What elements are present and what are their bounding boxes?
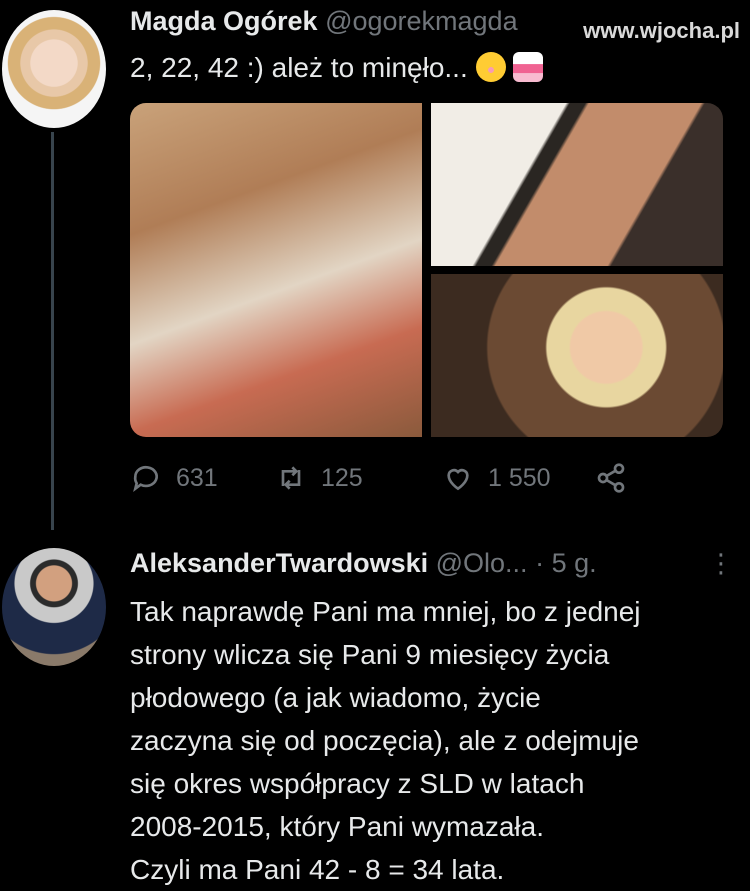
reply-line: się okres współpracy z SLD w latach <box>130 768 585 799</box>
reply-author-handle[interactable]: @Olo... <box>436 548 528 578</box>
reply-icon <box>133 465 158 492</box>
reply-time[interactable]: · 5 g. <box>535 548 597 578</box>
reply-line: 2008-2015, który Pani wymazała. <box>130 811 544 842</box>
reply-button[interactable]: 631 <box>130 462 218 494</box>
like-count: 1 550 <box>488 463 551 492</box>
author-handle[interactable]: @ogorekmagda <box>325 6 518 36</box>
watermark: www.wjocha.pl <box>583 18 740 43</box>
heart-icon <box>447 468 469 491</box>
photo-portrait[interactable] <box>431 274 723 437</box>
photo-magazine[interactable] <box>431 103 723 266</box>
avatar[interactable] <box>2 548 106 666</box>
reply-count: 631 <box>176 463 218 492</box>
reply-line: zaczyna się od poczęcia), ale z odejmuje <box>130 725 639 756</box>
author-name[interactable]: Magda Ogórek <box>130 6 318 36</box>
retweet-button[interactable]: 125 <box>275 462 363 494</box>
retweet-icon <box>281 466 301 490</box>
reply-author-name[interactable]: AleksanderTwardowski <box>130 548 428 578</box>
reply-line: Tak naprawdę Pani ma mniej, bo z jednej <box>130 596 641 627</box>
reply-line: płodowego (a jak wiadomo, życie <box>130 682 541 713</box>
photo-baby-birthday[interactable] <box>130 103 422 437</box>
reply-header: AleksanderTwardowski @Olo... · 5 g. ⋮ <box>130 548 740 579</box>
tweet-text-content: 2, 22, 42 :) ależ to minęło... <box>130 52 468 83</box>
tweet-actions: 631 125 1 550 <box>130 462 730 502</box>
tweet-text: 2, 22, 42 :) ależ to minęło... <box>130 52 544 84</box>
share-button[interactable] <box>595 462 627 494</box>
reply-text: Tak naprawdę Pani ma mniej, bo z jednej … <box>130 590 740 891</box>
media-grid <box>130 103 723 437</box>
birthday-cake-icon <box>513 52 544 82</box>
avatar[interactable] <box>2 10 106 128</box>
retweet-count: 125 <box>321 463 363 492</box>
thread-line <box>51 132 54 530</box>
share-icon <box>597 463 625 493</box>
tweet-header: Magda Ogórek @ogorekmagda <box>130 6 518 37</box>
reply-line: strony wlicza się Pani 9 miesięcy życia <box>130 639 610 670</box>
smiling-face-icon <box>475 52 506 82</box>
more-icon[interactable]: ⋮ <box>708 548 734 579</box>
like-button[interactable]: 1 550 <box>442 462 551 494</box>
